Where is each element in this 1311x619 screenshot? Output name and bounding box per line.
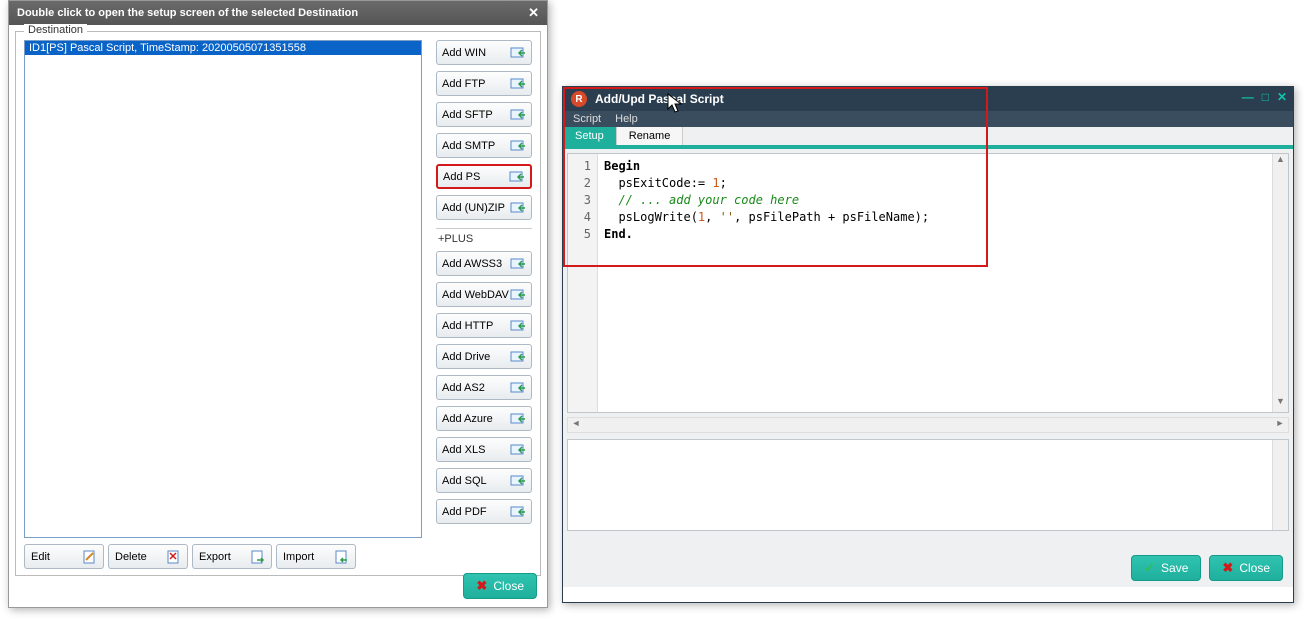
tab-rename[interactable]: Rename	[617, 127, 684, 145]
edit-button[interactable]: Edit	[24, 544, 104, 569]
destination-title: Double click to open the setup screen of…	[17, 7, 358, 19]
script-body: 1 2 3 4 5 Begin psExitCode:= 1; // ... a…	[563, 147, 1293, 587]
action-row: Edit Delete Export Import	[24, 544, 532, 569]
add-sql-button[interactable]: Add SQL	[436, 468, 532, 493]
close-x-icon: ✖	[1222, 560, 1233, 576]
script-window: R Add/Upd Pascal Script — □ ✕ Script Hel…	[562, 86, 1294, 603]
destination-window: Double click to open the setup screen of…	[8, 0, 548, 608]
line-gutter: 1 2 3 4 5	[568, 154, 598, 412]
fieldset-legend: Destination	[24, 24, 87, 36]
add-icon	[510, 288, 526, 302]
close-icon[interactable]: ✕	[528, 5, 539, 21]
add-icon	[510, 46, 526, 60]
menu-script[interactable]: Script	[573, 113, 601, 125]
horizontal-scrollbar[interactable]: ◄►	[567, 417, 1289, 433]
add-ftp-button[interactable]: Add FTP	[436, 71, 532, 96]
add-icon	[510, 381, 526, 395]
destination-item[interactable]: ID1[PS] Pascal Script, TimeStamp: 202005…	[25, 41, 421, 55]
add-icon	[510, 350, 526, 364]
add-icon	[510, 505, 526, 519]
menubar: Script Help	[563, 111, 1293, 127]
add-as2-button[interactable]: Add AS2	[436, 375, 532, 400]
add-icon	[509, 170, 525, 184]
add-icon	[510, 139, 526, 153]
script-titlebar: R Add/Upd Pascal Script — □ ✕	[563, 87, 1293, 111]
minimize-icon[interactable]: —	[1242, 90, 1254, 104]
add-drive-button[interactable]: Add Drive	[436, 344, 532, 369]
add-win-button[interactable]: Add WIN	[436, 40, 532, 65]
add-webdav-button[interactable]: Add WebDAV	[436, 282, 532, 307]
save-button[interactable]: ✓Save	[1131, 555, 1201, 581]
add-icon	[510, 443, 526, 457]
add-smtp-button[interactable]: Add SMTP	[436, 133, 532, 158]
close-x-icon: ✖	[476, 578, 487, 594]
add-icon	[510, 77, 526, 91]
export-icon	[251, 550, 265, 564]
add-ps-button[interactable]: Add PS	[436, 164, 532, 189]
add-pdf-button[interactable]: Add PDF	[436, 499, 532, 524]
window-controls: — □ ✕	[1242, 90, 1287, 104]
log-scrollbar[interactable]	[1272, 440, 1288, 530]
import-icon	[335, 550, 349, 564]
tab-row: Setup Rename	[563, 127, 1293, 147]
plus-section-label: +PLUS	[436, 228, 532, 245]
close-button[interactable]: ✖Close	[463, 573, 537, 599]
script-footer: ✓Save ✖Close	[1131, 555, 1283, 581]
add-http-button[interactable]: Add HTTP	[436, 313, 532, 338]
maximize-icon[interactable]: □	[1262, 90, 1269, 104]
menu-help[interactable]: Help	[615, 113, 638, 125]
destination-fieldset: Destination ID1[PS] Pascal Script, TimeS…	[15, 31, 541, 576]
add-icon	[510, 474, 526, 488]
destination-list[interactable]: ID1[PS] Pascal Script, TimeStamp: 202005…	[24, 40, 422, 538]
export-button[interactable]: Export	[192, 544, 272, 569]
add-azure-button[interactable]: Add Azure	[436, 406, 532, 431]
add-unzip-button[interactable]: Add (UN)ZIP	[436, 195, 532, 220]
add-icon	[510, 108, 526, 122]
app-badge-icon: R	[571, 91, 587, 107]
add-awss3-button[interactable]: Add AWSS3	[436, 251, 532, 276]
delete-button[interactable]: Delete	[108, 544, 188, 569]
add-icon	[510, 412, 526, 426]
log-output[interactable]	[567, 439, 1289, 531]
code-content[interactable]: Begin psExitCode:= 1; // ... add your co…	[598, 154, 1272, 412]
delete-icon	[167, 550, 181, 564]
code-editor[interactable]: 1 2 3 4 5 Begin psExitCode:= 1; // ... a…	[567, 153, 1289, 413]
import-button[interactable]: Import	[276, 544, 356, 569]
side-button-column: Add WIN Add FTP Add SFTP Add SMTP Add PS…	[436, 40, 532, 524]
add-icon	[510, 201, 526, 215]
tab-setup[interactable]: Setup	[563, 127, 617, 145]
add-icon	[510, 319, 526, 333]
close-button[interactable]: ✖Close	[1209, 555, 1283, 581]
add-sftp-button[interactable]: Add SFTP	[436, 102, 532, 127]
add-xls-button[interactable]: Add XLS	[436, 437, 532, 462]
destination-titlebar: Double click to open the setup screen of…	[9, 1, 547, 25]
vertical-scrollbar[interactable]: ▲▼	[1272, 154, 1288, 412]
close-icon[interactable]: ✕	[1277, 90, 1287, 104]
edit-icon	[83, 550, 97, 564]
add-icon	[510, 257, 526, 271]
script-title: Add/Upd Pascal Script	[595, 92, 724, 106]
check-icon: ✓	[1144, 560, 1155, 576]
